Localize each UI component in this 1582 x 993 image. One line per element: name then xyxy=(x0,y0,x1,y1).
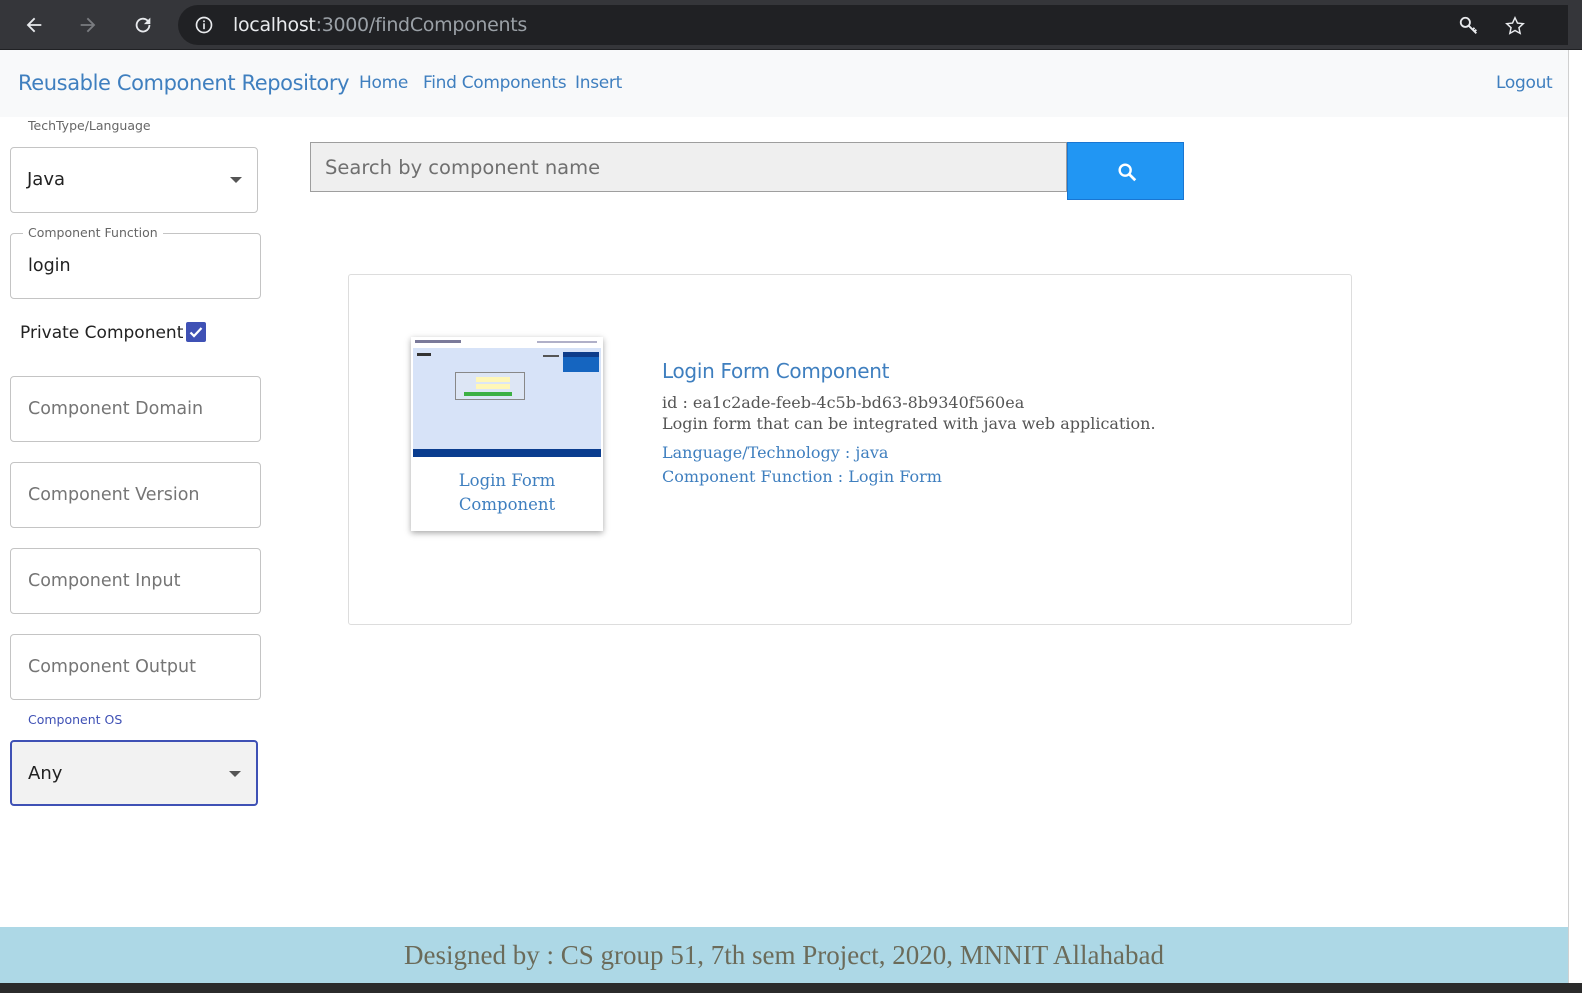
result-card: Login Form Component Login Form Componen… xyxy=(348,274,1352,625)
component-screenshot-image xyxy=(413,339,601,457)
component-domain-placeholder: Component Domain xyxy=(28,399,204,419)
component-os-label: Component OS xyxy=(28,712,123,727)
techtype-label: TechType/Language xyxy=(28,118,151,133)
search-button[interactable] xyxy=(1067,142,1184,200)
component-domain-field[interactable]: Component Domain xyxy=(10,376,261,442)
arrow-right-icon xyxy=(80,17,96,33)
taskbar-edge xyxy=(0,983,1582,993)
component-os-select[interactable]: Any xyxy=(10,740,258,806)
private-component-label: Private Component xyxy=(20,323,184,343)
brand-link[interactable]: Reusable Component Repository xyxy=(18,71,350,95)
component-function-value: login xyxy=(28,256,71,276)
component-function-field[interactable]: Component Function login xyxy=(10,225,261,299)
component-output-placeholder: Component Output xyxy=(28,657,196,677)
component-thumbnail-card[interactable]: Login Form Component xyxy=(411,337,603,531)
caret-down-icon xyxy=(229,771,241,777)
reload-button[interactable] xyxy=(127,9,159,41)
search-input[interactable]: Search by component name xyxy=(310,142,1067,192)
search-icon xyxy=(1118,163,1137,182)
address-bar[interactable]: localhost:3000/findComponents xyxy=(178,5,1568,45)
arrow-left-icon xyxy=(26,17,42,33)
component-output-field[interactable]: Component Output xyxy=(10,634,261,700)
app-navbar: Reusable Component Repository Home Find … xyxy=(0,50,1568,117)
logout-link[interactable]: Logout xyxy=(1496,73,1553,93)
component-language: Language/Technology : java xyxy=(662,443,889,462)
component-version-placeholder: Component Version xyxy=(28,485,200,505)
caret-down-icon xyxy=(230,177,242,183)
techtype-value: Java xyxy=(27,169,66,190)
check-icon xyxy=(189,327,203,338)
component-name-link[interactable]: Login Form Component xyxy=(662,359,889,383)
component-input-placeholder: Component Input xyxy=(28,571,181,591)
url-path: :3000/findComponents xyxy=(315,14,528,36)
window-edge xyxy=(1568,50,1582,993)
private-component-checkbox[interactable] xyxy=(186,322,206,342)
component-description: Login form that can be integrated with j… xyxy=(662,414,1156,433)
thumbnail-title[interactable]: Login Form Component xyxy=(411,469,603,517)
back-button[interactable] xyxy=(18,9,50,41)
reload-icon xyxy=(135,17,151,33)
component-os-value: Any xyxy=(28,763,63,784)
component-version-field[interactable]: Component Version xyxy=(10,462,261,528)
nav-home[interactable]: Home xyxy=(359,73,408,93)
forward-button[interactable] xyxy=(72,9,104,41)
search-placeholder: Search by component name xyxy=(325,156,601,179)
nav-find-components[interactable]: Find Components xyxy=(423,73,567,93)
nav-insert[interactable]: Insert xyxy=(575,73,622,93)
key-icon[interactable] xyxy=(1458,15,1480,37)
url-host: localhost xyxy=(233,14,316,36)
url-text: localhost:3000/findComponents xyxy=(233,14,527,36)
component-input-field[interactable]: Component Input xyxy=(10,548,261,614)
browser-toolbar: localhost:3000/findComponents xyxy=(0,0,1582,50)
component-function: Component Function : Login Form xyxy=(662,467,942,486)
info-icon[interactable] xyxy=(194,15,214,35)
techtype-select[interactable]: Java xyxy=(10,147,258,213)
component-function-label: Component Function xyxy=(23,225,163,240)
star-icon[interactable] xyxy=(1504,15,1526,37)
footer-text: Designed by : CS group 51, 7th sem Proje… xyxy=(404,940,1164,970)
page-footer: Designed by : CS group 51, 7th sem Proje… xyxy=(0,927,1568,983)
component-id: id : ea1c2ade-feeb-4c5b-bd63-8b9340f560e… xyxy=(662,393,1025,412)
